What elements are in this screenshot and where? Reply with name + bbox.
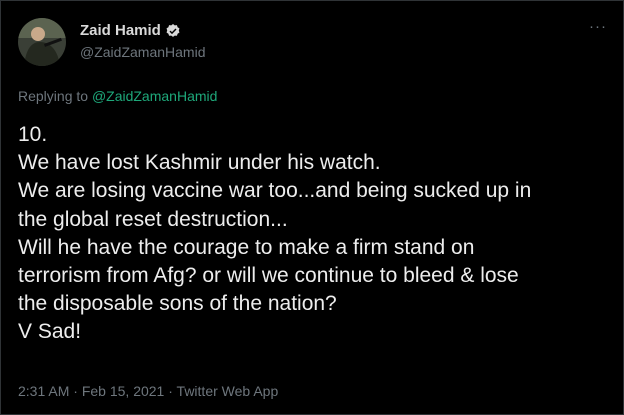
tweet-line: the global reset destruction...: [18, 207, 288, 231]
meta-separator: ·: [164, 383, 177, 399]
replying-to-link[interactable]: @ZaidZamanHamid: [92, 88, 217, 104]
author-handle[interactable]: @ZaidZamanHamid: [80, 44, 205, 60]
tweet-line: Will he have the courage to make a firm …: [18, 235, 475, 259]
tweet-source[interactable]: Twitter Web App: [177, 383, 279, 399]
tweet-metadata: 2:31 AM · Feb 15, 2021 · Twitter Web App: [18, 383, 278, 399]
replying-to: Replying to @ZaidZamanHamid: [18, 88, 217, 104]
tweet-line: We are losing vaccine war too...and bein…: [18, 179, 532, 203]
tweet-line: We have lost Kashmir under his watch.: [18, 151, 381, 175]
tweet-line: 10.: [18, 123, 48, 146]
avatar[interactable]: [18, 18, 66, 66]
tweet-line: terrorism from Afg? or will we continue …: [18, 264, 519, 288]
author-name-row[interactable]: Zaid Hamid: [80, 22, 181, 39]
meta-separator: ·: [69, 383, 82, 399]
avatar-image: [18, 18, 66, 66]
tweet-time[interactable]: 2:31 AM: [18, 383, 69, 399]
more-options-icon[interactable]: ···: [589, 18, 607, 35]
replying-to-prefix: Replying to: [18, 88, 92, 104]
tweet-card: Zaid Hamid @ZaidZamanHamid ··· Replying …: [0, 0, 624, 415]
tweet-date[interactable]: Feb 15, 2021: [82, 383, 165, 399]
author-name[interactable]: Zaid Hamid: [80, 22, 161, 39]
tweet-line: the disposable sons of the nation?: [18, 292, 337, 316]
verified-badge-icon: [166, 23, 180, 37]
tweet-line: V Sad!: [18, 320, 82, 344]
tweet-text: 10. We have lost Kashmir under his watch…: [18, 121, 618, 347]
